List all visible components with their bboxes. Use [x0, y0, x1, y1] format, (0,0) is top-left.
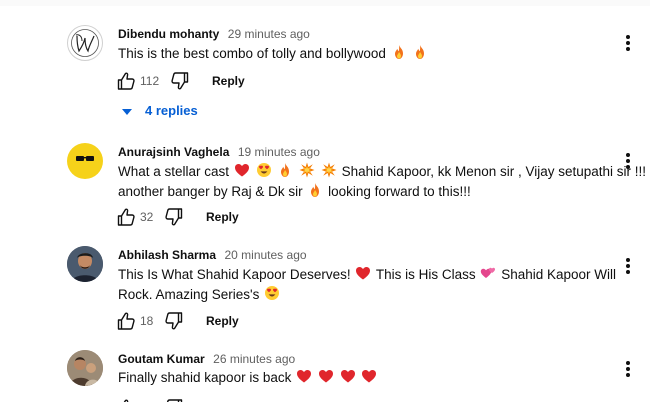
comment-text-line: Rock. Amazing Series's	[118, 286, 260, 302]
chevron-down-icon	[122, 109, 132, 115]
heart-emoji	[340, 370, 355, 383]
collision-emoji	[321, 162, 337, 178]
thumb-up-icon[interactable]	[116, 398, 136, 402]
dm-monogram-icon	[71, 29, 99, 57]
thumb-down-icon[interactable]	[170, 71, 190, 91]
avatar[interactable]	[67, 350, 103, 386]
more-vert-icon[interactable]	[620, 33, 636, 53]
comment-text: This is the best combo of tolly and boll…	[118, 44, 429, 64]
avatar[interactable]	[67, 143, 103, 179]
comment-author[interactable]: Abhilash Sharma	[118, 248, 216, 262]
profile-photo-icon	[67, 246, 103, 282]
comment-text: What a stellar cast Shahid Kapoor, kk Me…	[118, 162, 646, 201]
like-count: 18	[140, 314, 154, 328]
comment-text-line: This is the best combo of tolly and boll…	[118, 46, 386, 61]
two-hearts-emoji	[481, 267, 496, 278]
reply-button[interactable]: Reply	[206, 314, 239, 328]
comment-text-line: Finally shahid kapoor is back	[118, 370, 292, 385]
comment-text-line: This is His Class	[375, 267, 476, 282]
fire-emoji	[311, 182, 320, 197]
profile-photo-icon	[67, 350, 103, 386]
comment-text: This Is What Shahid Kapoor Deserves! Thi…	[118, 265, 616, 304]
replies-count: 4 replies	[145, 103, 198, 118]
comment-text-line: This Is What Shahid Kapoor Deserves!	[118, 267, 351, 282]
comment-timestamp[interactable]: 26 minutes ago	[213, 352, 295, 366]
comment-text-line: Shahid Kapoor Will	[501, 267, 616, 282]
comment-text-line: another banger by Raj & Dk sir	[118, 183, 303, 199]
comment-timestamp[interactable]: 19 minutes ago	[238, 145, 320, 159]
heart-emoji	[297, 370, 312, 383]
reply-button[interactable]: Reply	[206, 210, 239, 224]
avatar[interactable]	[67, 246, 103, 282]
thumb-down-icon[interactable]	[164, 398, 184, 402]
comment-text-line: Shahid Kapoor, kk Menon sir , Vijay setu…	[341, 164, 647, 179]
comment-item: Goutam Kumar 26 minutes ago Finally shah…	[0, 338, 650, 402]
heart-emoji	[356, 267, 371, 280]
fire-emoji	[416, 45, 425, 59]
comment-text: Finally shahid kapoor is back	[118, 368, 378, 388]
comment-author[interactable]: Anurajsinh Vaghela	[118, 145, 229, 159]
thumb-down-icon[interactable]	[164, 311, 184, 331]
comment-author[interactable]: Goutam Kumar	[118, 352, 205, 366]
like-count: 112	[140, 74, 160, 88]
heart-emoji	[234, 164, 249, 177]
thumb-up-icon[interactable]	[116, 207, 136, 227]
thumb-down-icon[interactable]	[164, 207, 184, 227]
heart-emoji	[318, 370, 333, 383]
thumb-up-icon	[117, 399, 135, 402]
thumb-up-icon[interactable]	[116, 71, 136, 91]
comment-item: Abhilash Sharma 20 minutes ago This Is W…	[0, 234, 650, 338]
collision-emoji	[299, 162, 315, 178]
thumb-down-icon	[165, 399, 183, 402]
comment-timestamp[interactable]: 29 minutes ago	[228, 27, 310, 41]
more-vert-icon[interactable]	[620, 256, 636, 276]
like-count: 32	[140, 210, 154, 224]
heart-eyes-emoji	[256, 163, 271, 177]
more-vert-icon[interactable]	[620, 151, 636, 171]
comment-item: Dibendu mohanty 29 minutes ago This is t…	[0, 0, 650, 130]
more-vert-icon[interactable]	[620, 359, 636, 379]
thumb-up-icon[interactable]	[116, 311, 136, 331]
comment-text-line: What a stellar cast	[118, 164, 230, 179]
comment-item: Anurajsinh Vaghela 19 minutes ago What a…	[0, 130, 650, 234]
comment-text-line: looking forward to this!!!	[328, 183, 471, 199]
fire-emoji	[394, 45, 403, 59]
fire-emoji	[281, 163, 290, 177]
reply-button[interactable]: Reply	[212, 74, 245, 88]
comment-timestamp[interactable]: 20 minutes ago	[224, 248, 306, 262]
heart-eyes-emoji	[265, 285, 280, 300]
avatar[interactable]	[67, 25, 103, 61]
comment-author[interactable]: Dibendu mohanty	[118, 27, 219, 41]
replies-toggle-button[interactable]: 4 replies	[120, 102, 220, 122]
heart-emoji	[362, 370, 377, 383]
sunglasses-emoji	[76, 156, 94, 161]
